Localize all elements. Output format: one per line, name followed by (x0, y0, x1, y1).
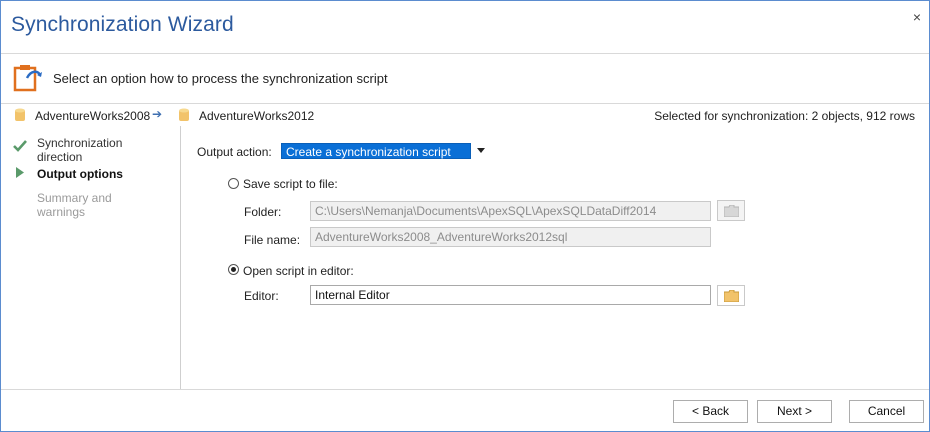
script-icon (13, 64, 43, 97)
chevron-down-icon[interactable] (477, 148, 485, 153)
folder-icon (724, 205, 739, 217)
open-in-editor-radio[interactable] (228, 264, 239, 275)
instruction-text: Select an option how to process the sync… (53, 71, 388, 86)
step-output-options[interactable]: Output options (37, 167, 123, 181)
back-button[interactable]: < Back (673, 400, 748, 423)
editor-label: Editor: (244, 289, 279, 303)
instruction-bar: Select an option how to process the sync… (1, 53, 929, 104)
current-step-icon (16, 167, 24, 178)
editor-browse-button[interactable] (717, 285, 745, 306)
open-in-editor-label[interactable]: Open script in editor: (243, 264, 354, 278)
save-to-file-radio[interactable] (228, 178, 239, 189)
database-icon (15, 108, 25, 121)
arrow-icon: ➔ (152, 107, 163, 121)
wizard-window: Synchronization Wizard × Select an optio… (0, 0, 930, 432)
next-button[interactable]: Next > (757, 400, 832, 423)
checkmark-icon (13, 140, 27, 152)
wizard-steps: Synchronization direction Output options… (1, 126, 181, 389)
source-database: AdventureWorks2008 (35, 109, 151, 123)
filename-input[interactable]: AdventureWorks2008_AdventureWorks2012sql (310, 227, 711, 247)
filename-label: File name: (244, 233, 301, 247)
folder-input[interactable]: C:\Users\Nemanja\Documents\ApexSQL\ApexS… (310, 201, 711, 221)
close-icon[interactable]: × (913, 9, 921, 25)
step-synchronization-direction[interactable]: Synchronization direction (37, 136, 137, 164)
save-to-file-label[interactable]: Save script to file: (243, 177, 338, 191)
folder-label: Folder: (244, 205, 282, 219)
step-summary-and-warnings[interactable]: Summary and warnings (37, 191, 117, 219)
window-title: Synchronization Wizard (11, 13, 234, 36)
target-database: AdventureWorks2012 (199, 109, 315, 123)
editor-input[interactable]: Internal Editor (310, 285, 711, 305)
selection-summary: Selected for synchronization: 2 objects,… (654, 109, 915, 123)
output-action-label: Output action: (197, 145, 272, 159)
folder-icon (724, 290, 739, 302)
cancel-button[interactable]: Cancel (849, 400, 924, 423)
database-icon (179, 108, 189, 121)
wizard-footer: < Back Next > Cancel (1, 389, 929, 432)
output-action-dropdown[interactable]: Create a synchronization script (281, 143, 471, 159)
database-bar: AdventureWorks2008 ➔ AdventureWorks2012 … (1, 104, 929, 126)
folder-browse-button[interactable] (717, 200, 745, 221)
output-options-panel: Output action: Create a synchronization … (181, 126, 929, 389)
